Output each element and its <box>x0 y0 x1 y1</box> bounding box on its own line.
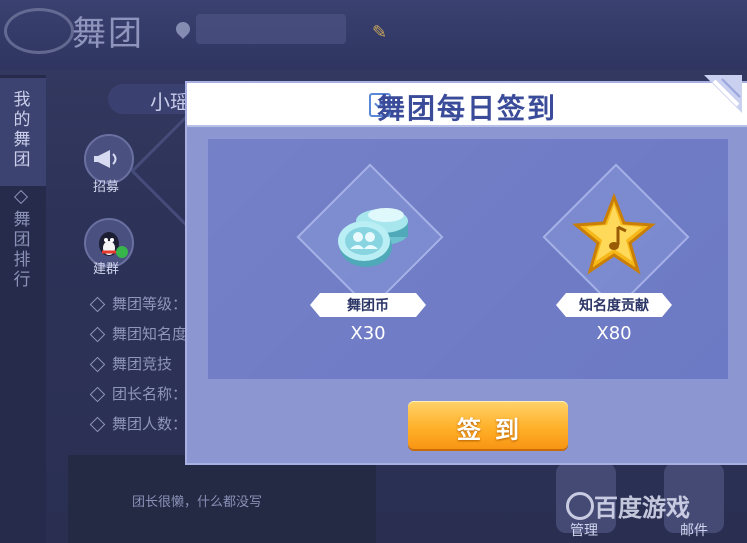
watermark-text: 百度游戏 <box>594 494 690 522</box>
info-member-count: 舞团人数： <box>89 413 188 434</box>
info-label: 舞团知名度 <box>112 325 188 343</box>
location-field <box>196 14 346 44</box>
info-team-arena: 舞团竞技 <box>89 353 173 374</box>
daily-signin-dialog: 舞团每日签到 舞团币 X30 知名度贡献 X80 签到 <box>187 75 747 463</box>
info-leader-name: 团长名称： <box>89 383 188 404</box>
top-bar: 舞团 ✎ <box>0 0 747 70</box>
reward-name: 舞团币 <box>347 298 389 314</box>
reward-amount: X80 <box>596 323 632 344</box>
manage-label: 管理 <box>570 523 598 539</box>
reward-item-fame: 知名度贡献 X80 <box>534 163 694 375</box>
edit-icon[interactable]: ✎ <box>372 22 387 43</box>
dance-coins-icon <box>338 208 408 267</box>
info-label: 团长名称： <box>112 385 188 403</box>
team-name: 小瑶 <box>150 90 190 114</box>
signin-button[interactable]: 签到 <box>408 401 568 449</box>
dialog-title: 舞团每日签到 <box>376 92 557 125</box>
info-label: 舞团竞技 <box>112 355 173 373</box>
dialog-header: 舞团每日签到 <box>187 75 747 127</box>
sidebar-item-my-team[interactable]: 我的舞团 <box>10 90 34 170</box>
recruit-label: 招募 <box>93 180 120 195</box>
location-icon <box>173 19 193 39</box>
team-motto-text: 团长很懒，什么都没写 <box>132 495 263 510</box>
music-star-icon <box>572 192 656 275</box>
baidu-watermark-icon <box>566 492 594 520</box>
info-team-level: 舞团等级： <box>89 293 188 314</box>
info-label: 舞团等级： <box>112 295 188 313</box>
reward-name: 知名度贡献 <box>579 298 649 314</box>
mask-logo-icon <box>4 8 74 54</box>
info-team-fame: 舞团知名度 <box>89 323 188 344</box>
app-logo-text: 舞团 <box>72 14 144 54</box>
mail-label: 邮件 <box>680 523 708 539</box>
reward-panel: 舞团币 X30 知名度贡献 X80 <box>207 138 729 380</box>
signin-button-label: 签到 <box>457 416 533 444</box>
create-group-label: 建群 <box>93 262 120 277</box>
info-label: 舞团人数： <box>112 415 188 433</box>
sidebar-item-team-ranking[interactable]: 舞团排行 <box>10 210 34 290</box>
reward-amount: X30 <box>350 323 386 344</box>
close-icon[interactable] <box>702 75 742 125</box>
reward-item-coins: 舞团币 X30 <box>288 163 448 375</box>
